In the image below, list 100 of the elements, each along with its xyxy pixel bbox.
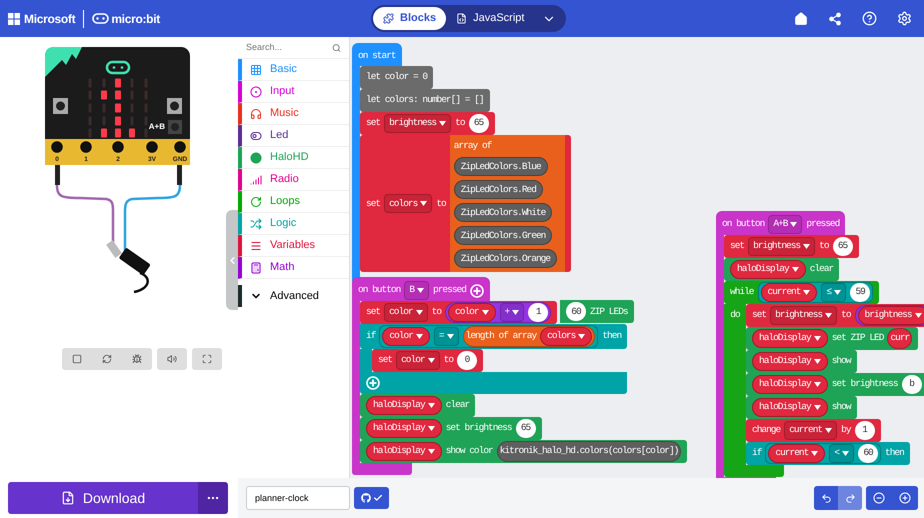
variable-dropdown[interactable]: haloDisplay — [752, 352, 828, 371]
code-block[interactable]: if current < 60 then — [746, 442, 910, 465]
code-block[interactable]: haloDisplay set brightness 65 — [360, 417, 542, 440]
dropdown-field[interactable]: brightness — [748, 237, 816, 256]
code-block[interactable]: let colors: number[] = [] — [360, 89, 490, 112]
variable-dropdown[interactable]: haloDisplay — [366, 442, 442, 461]
undo-button[interactable] — [814, 486, 838, 510]
number-field[interactable]: 60 — [566, 302, 586, 322]
dropdown-field[interactable]: B — [404, 281, 430, 300]
code-block[interactable]: set brightness to 65 — [724, 235, 859, 258]
condition-block[interactable]: current < 60 — [765, 443, 882, 464]
dropdown-field[interactable]: current — [784, 421, 838, 440]
brand-name: Microsoft — [24, 10, 76, 28]
block-label: show color — [446, 444, 493, 458]
variable-dropdown[interactable]: haloDisplay — [366, 419, 442, 438]
code-block[interactable]: haloDisplay set brightness b — [746, 373, 924, 396]
editor-tab[interactable]: Blocks — [373, 7, 446, 30]
zoom-in-button[interactable] — [892, 486, 918, 510]
enum-value[interactable]: ZipLedColors.Green — [454, 226, 552, 246]
code-file-icon — [456, 13, 468, 24]
number-field[interactable]: 59 — [850, 283, 870, 302]
number-field[interactable]: 1 — [528, 303, 548, 322]
number-field[interactable]: 0 — [457, 351, 478, 370]
variable-dropdown[interactable]: color — [448, 303, 496, 322]
add-icon[interactable] — [366, 376, 380, 390]
enum-value[interactable]: ZipLedColors.White — [454, 203, 552, 222]
code-block[interactable]: haloDisplay show color kitronik_halo_hd.colors(colors[color]) — [360, 440, 688, 463]
dropdown-field[interactable]: brightness — [384, 114, 452, 133]
zoom-out-button[interactable] — [866, 486, 892, 510]
dropdown-field[interactable]: A+B — [768, 215, 802, 234]
search-field[interactable]: Search... — [246, 40, 332, 54]
download-button[interactable]: Download — [8, 482, 198, 514]
dropdown-field[interactable]: = — [434, 327, 459, 346]
reporter-block[interactable]: length of array colors — [462, 326, 596, 347]
dropdown-field[interactable]: colors — [384, 194, 432, 214]
number-field[interactable]: 65 — [468, 114, 489, 133]
collapse-handle[interactable] — [226, 210, 238, 310]
variable-dropdown[interactable]: haloDisplay — [752, 398, 828, 417]
variable-dropdown[interactable]: current — [768, 444, 826, 463]
project-name-field[interactable]: planner-clock — [246, 486, 350, 510]
variable-dropdown[interactable]: colors — [540, 327, 592, 346]
array-block[interactable]: array of ZipLedColors.Blue ZipLedColors.Red ZipLedColors.White ZipLedColors.Green ZipLedColors.Orange — [450, 135, 566, 272]
number-field[interactable]: 65 — [832, 237, 853, 256]
code-block[interactable]: while current ≤ 59 — [724, 281, 880, 304]
fullscreen-icon — [202, 354, 212, 364]
dropdown-field[interactable]: < — [829, 444, 854, 463]
add-icon[interactable] — [470, 284, 484, 298]
caret-icon — [790, 222, 798, 227]
share-icon[interactable] — [828, 12, 842, 26]
dropdown-field[interactable]: ≤ — [821, 283, 846, 302]
event-block[interactable]: on start — [352, 43, 402, 66]
enum-value[interactable]: ZipLedColors.Red — [454, 180, 543, 200]
event-block[interactable]: on button A+B pressed — [716, 211, 846, 235]
block-label: set — [730, 239, 744, 254]
enum-value[interactable]: ZipLedColors.Orange — [454, 249, 558, 268]
code-block[interactable]: if color = length of array colors then — [360, 324, 628, 349]
variable-dropdown[interactable]: haloDisplay — [730, 260, 806, 279]
settings-icon[interactable] — [897, 11, 912, 26]
variable-dropdown[interactable]: color — [382, 327, 430, 346]
code-block[interactable]: set brightness to 65 — [360, 112, 495, 135]
event-block[interactable]: on button B pressed — [352, 277, 490, 301]
code-block[interactable]: haloDisplay show — [746, 350, 857, 373]
block-label: to — [819, 239, 829, 254]
github-icon — [360, 493, 370, 503]
number-field[interactable]: b — [902, 375, 922, 394]
code-block[interactable]: set brightness to brightness — [746, 304, 924, 327]
number-field[interactable]: 65 — [516, 419, 536, 438]
editor-tab[interactable]: JavaScript — [446, 7, 534, 30]
code-block[interactable]: haloDisplay set ZIP LED curr — [746, 327, 918, 350]
condition-block[interactable]: current ≤ 59 — [758, 282, 874, 303]
reporter-block[interactable]: curr — [887, 328, 912, 349]
code-block[interactable]: set color to color + 1 — [360, 301, 558, 324]
caret-icon — [417, 288, 424, 293]
block-label: then — [885, 446, 904, 460]
code-block[interactable]: 60 ZIP LEDs — [560, 300, 634, 324]
variable-dropdown[interactable]: haloDisplay — [752, 375, 828, 394]
variable-dropdown[interactable]: current — [760, 283, 818, 302]
condition-block[interactable]: color = length of array colors — [379, 325, 598, 348]
reporter-block[interactable]: color + 1 — [445, 302, 552, 323]
code-block[interactable]: haloDisplay clear — [360, 394, 476, 417]
help-icon[interactable] — [862, 11, 877, 26]
code-block[interactable]: change current by 1 — [746, 419, 881, 442]
number-field[interactable]: 60 — [858, 444, 878, 463]
enum-value[interactable]: ZipLedColors.Blue — [454, 157, 548, 176]
variable-dropdown[interactable]: haloDisplay — [366, 396, 442, 415]
block-label: do — [730, 308, 740, 322]
code-block[interactable]: set color to 0 — [372, 349, 484, 372]
code-block[interactable]: haloDisplay show — [746, 396, 857, 419]
dropdown-field[interactable]: brightness — [770, 306, 838, 325]
code-block[interactable]: haloDisplay clear — [724, 258, 840, 281]
number-field[interactable]: 1 — [854, 421, 875, 440]
reporter-block[interactable]: kitronik_halo_hd.colors(colors[color]) — [496, 441, 682, 462]
home-icon[interactable] — [794, 12, 808, 26]
dropdown-field[interactable]: color — [384, 303, 428, 322]
dropdown-field[interactable]: color — [396, 351, 440, 370]
variable-dropdown[interactable]: haloDisplay — [752, 329, 828, 348]
github-save-button[interactable] — [354, 487, 389, 509]
code-block[interactable]: set colors to array of ZipLedColors.Blue ZipLedColors.Red ZipLedColors.White ZipLedColors.Green ZipLedColors.Orange — [360, 135, 572, 272]
dropdown-field[interactable]: + — [500, 303, 524, 322]
code-block[interactable]: let color = 0 — [360, 66, 434, 89]
